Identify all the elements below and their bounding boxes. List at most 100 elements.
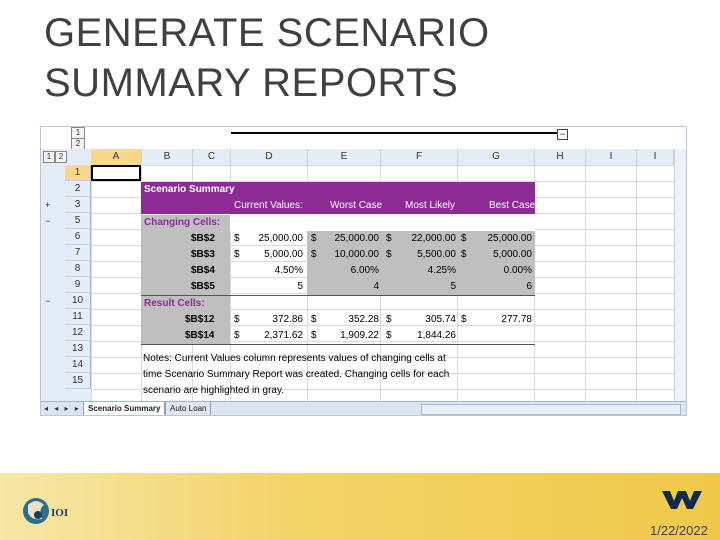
- row-header[interactable]: 14: [65, 357, 91, 373]
- grid-line: [636, 165, 637, 401]
- likely-value: 305.74: [425, 314, 456, 325]
- changing-row: $B$5 5 4 5 6: [141, 279, 535, 295]
- column-outline-bar: − 1 2: [41, 127, 686, 150]
- report-note-line: scenario are highlighted in gray.: [143, 385, 285, 396]
- row-header[interactable]: 7: [65, 245, 91, 261]
- changing-row: $B$4 4.50% 6.00% 4.25% 0.00%: [141, 263, 535, 279]
- column-outline-line: [231, 132, 563, 134]
- best-value: 0.00%: [503, 265, 532, 276]
- column-header-f[interactable]: F: [381, 149, 458, 165]
- cell-ref: $B$2: [191, 233, 215, 244]
- horizontal-scrollbar[interactable]: [421, 404, 681, 415]
- report-header-row: Current Values: Worst Case Most Likely B…: [141, 198, 535, 214]
- label-shade: [141, 263, 230, 279]
- row-header[interactable]: 11: [65, 309, 91, 325]
- row-expand-button[interactable]: +: [45, 201, 50, 210]
- current-value: 4.50%: [274, 265, 303, 276]
- result-row: $B$12 $ 372.86 $ 352.28 $ 305.74 $ 277.7…: [141, 312, 535, 328]
- cell-ref: $B$3: [191, 249, 215, 260]
- row-collapse-button[interactable]: −: [45, 217, 50, 226]
- cell-ref: $B$12: [185, 314, 215, 325]
- cell-ref: $B$4: [191, 265, 215, 276]
- cell-ref: $B$5: [191, 281, 215, 292]
- spreadsheet-screenshot: − 1 2 1 2 A B C D E F G H I I 1 2 3 5 6 …: [40, 126, 687, 416]
- title-line-1: GENERATE SCENARIO: [44, 11, 490, 55]
- worst-value: 4: [373, 281, 379, 292]
- worst-value: 1,909.22: [340, 330, 379, 341]
- likely-value: 5: [450, 281, 456, 292]
- likely-value: 22,000.00: [411, 233, 457, 244]
- label-shade: [141, 231, 230, 247]
- header-worst-case: Worst Case: [330, 200, 383, 211]
- row-header[interactable]: 2: [65, 181, 91, 197]
- best-value: 5,000.00: [493, 249, 532, 260]
- row-collapse-button[interactable]: −: [45, 297, 50, 306]
- row-header[interactable]: 10: [65, 293, 91, 309]
- row-header[interactable]: 15: [65, 373, 91, 389]
- report-note-line: Notes: Current Values column represents …: [143, 353, 446, 364]
- slide-date: 1/22/2022: [650, 523, 708, 538]
- row-header[interactable]: 8: [65, 261, 91, 277]
- report-title-row: Scenario Summary: [141, 182, 535, 198]
- row-header[interactable]: 1: [65, 165, 91, 181]
- worst-value: 6.00%: [350, 265, 379, 276]
- worst-value: 352.28: [348, 314, 379, 325]
- worst-value: 10,000.00: [334, 249, 380, 260]
- changing-cells-label: Changing Cells:: [144, 217, 221, 228]
- likely-value: 1,844.26: [417, 330, 456, 341]
- report-note-line: time Scenario Summary Report was created…: [143, 369, 450, 380]
- ioi-logo-icon: IOI: [23, 498, 68, 524]
- row-level-1-button[interactable]: 1: [43, 151, 55, 163]
- grid-line: [585, 165, 586, 401]
- header-current-values: Current Values:: [234, 200, 303, 211]
- column-header-a[interactable]: A: [91, 149, 142, 165]
- row-header[interactable]: 6: [65, 229, 91, 245]
- column-header-c[interactable]: C: [193, 149, 231, 165]
- column-header-i[interactable]: I: [586, 149, 637, 165]
- row-header[interactable]: 9: [65, 277, 91, 293]
- tab-scenario-summary[interactable]: Scenario Summary: [83, 402, 166, 415]
- cell-ref: $B$14: [185, 330, 215, 341]
- column-header-e[interactable]: E: [308, 149, 381, 165]
- row-header[interactable]: 5: [65, 213, 91, 229]
- sheet-tab-bar: ◂ ◂ ▸ ▸ Scenario Summary Auto Loan: [41, 401, 686, 415]
- svg-text:IOI: IOI: [51, 507, 68, 519]
- changing-row: $B$3 $ 5,000.00 $ 10,000.00 $ 5,500.00 $…: [141, 247, 535, 263]
- column-headers: 1 2 A B C D E F G H I I: [41, 149, 686, 166]
- row-headers: 1 2 3 5 6 7 8 9 10 11 12 13 14 15 + − −: [41, 165, 91, 401]
- result-cells-label: Result Cells:: [144, 298, 205, 309]
- current-value: 2,371.62: [264, 330, 303, 341]
- row-header[interactable]: 13: [65, 341, 91, 357]
- current-value: 5,000.00: [264, 249, 303, 260]
- label-shade: [141, 279, 230, 295]
- selected-cell-a1[interactable]: [91, 165, 141, 181]
- header-best-case: Best Case: [489, 200, 536, 211]
- sheet-tab-navigation[interactable]: ◂ ◂ ▸ ▸: [44, 403, 81, 415]
- column-header-b[interactable]: B: [142, 149, 193, 165]
- label-shade: [141, 247, 230, 263]
- changing-cells-label-row: Changing Cells:: [141, 215, 535, 231]
- slide-title: GENERATE SCENARIO SUMMARY REPORTS: [44, 8, 684, 108]
- result-row: $B$14 $ 2,371.62 $ 1,909.22 $ 1,844.26: [141, 328, 535, 344]
- title-line-2: SUMMARY REPORTS: [44, 61, 459, 105]
- row-header[interactable]: 12: [65, 325, 91, 341]
- column-collapse-button[interactable]: −: [557, 129, 568, 140]
- flying-wv-logo-icon: [662, 491, 702, 509]
- likely-value: 5,500.00: [417, 249, 456, 260]
- column-header-h[interactable]: H: [535, 149, 586, 165]
- worst-value: 25,000.00: [334, 233, 380, 244]
- column-header-g[interactable]: G: [458, 149, 535, 165]
- vertical-scrollbar[interactable]: [674, 149, 686, 401]
- row-header[interactable]: 3: [65, 197, 91, 213]
- current-value: 25,000.00: [258, 233, 304, 244]
- slide-footer: IOI 1/22/2022: [0, 473, 720, 540]
- best-value: 277.78: [501, 314, 532, 325]
- report-title: Scenario Summary: [144, 184, 235, 195]
- column-header-j[interactable]: I: [637, 149, 674, 165]
- header-most-likely: Most Likely: [405, 200, 456, 211]
- tab-auto-loan[interactable]: Auto Loan: [165, 402, 212, 415]
- row-level-2-button[interactable]: 2: [55, 151, 67, 163]
- best-value: 25,000.00: [487, 233, 533, 244]
- changing-row: $B$2 $ 25,000.00 $ 25,000.00 $ 22,000.00…: [141, 231, 535, 247]
- column-header-d[interactable]: D: [231, 149, 308, 165]
